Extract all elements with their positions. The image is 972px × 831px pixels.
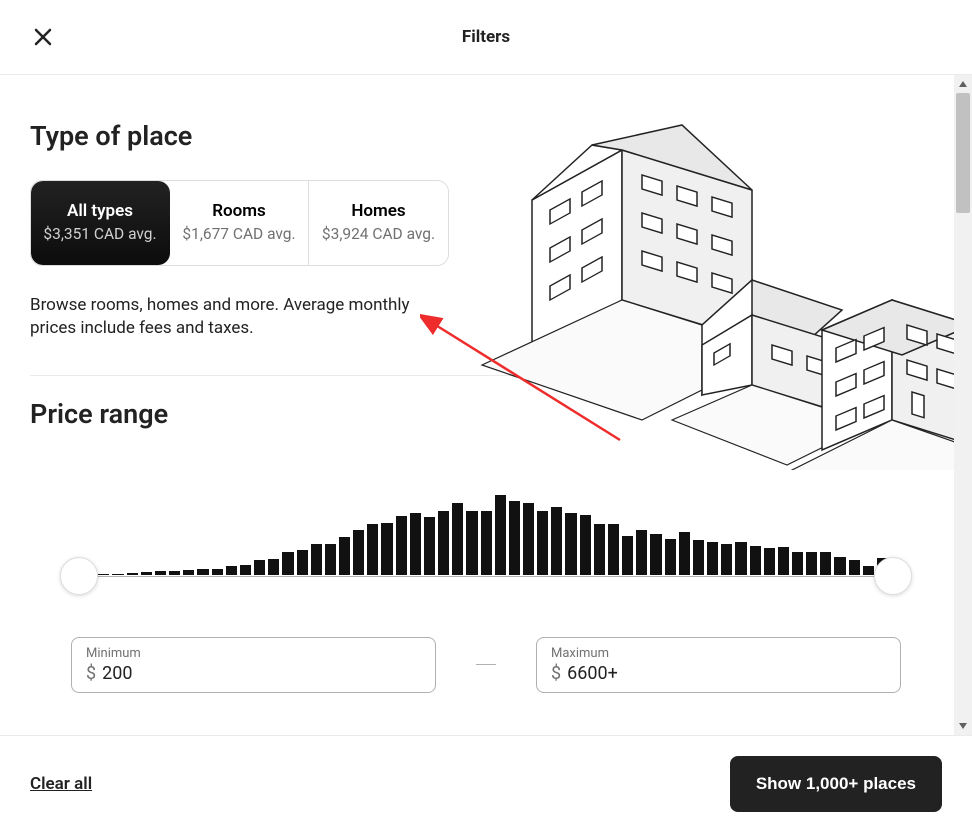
histogram-bar bbox=[466, 511, 477, 575]
histogram-bar bbox=[792, 552, 803, 575]
histogram-bar bbox=[665, 539, 676, 575]
histogram-bar bbox=[183, 570, 194, 575]
price-slider-track[interactable] bbox=[70, 576, 902, 577]
histogram-bar bbox=[396, 516, 407, 574]
histogram-bar bbox=[141, 572, 152, 575]
histogram-bar bbox=[565, 513, 576, 575]
price-slider-max-handle[interactable] bbox=[874, 557, 912, 595]
scroll-up-button[interactable] bbox=[954, 75, 972, 93]
histogram-bar bbox=[764, 548, 775, 575]
histogram-bar bbox=[820, 552, 831, 575]
histogram-bar bbox=[98, 574, 109, 575]
histogram-bar bbox=[311, 544, 322, 575]
histogram-bars bbox=[70, 495, 902, 575]
histogram-bar bbox=[707, 542, 718, 575]
price-max-value: $6600+ bbox=[551, 663, 886, 684]
close-button[interactable] bbox=[28, 22, 58, 52]
histogram-bar bbox=[693, 540, 704, 575]
price-max-label: Maximum bbox=[551, 646, 886, 661]
histogram-bar bbox=[212, 569, 223, 575]
histogram-bar bbox=[849, 560, 860, 574]
price-max-input[interactable]: Maximum $6600+ bbox=[536, 637, 901, 693]
type-option-homes[interactable]: Homes $3,924 CAD avg. bbox=[309, 181, 448, 265]
type-all-types-avg: $3,351 CAD avg. bbox=[41, 224, 159, 245]
histogram-bar bbox=[381, 523, 392, 575]
clear-all-button[interactable]: Clear all bbox=[30, 774, 92, 794]
histogram-bar bbox=[750, 546, 761, 575]
modal-title: Filters bbox=[462, 27, 510, 47]
histogram-bar bbox=[226, 566, 237, 575]
price-slider-min-handle[interactable] bbox=[60, 557, 98, 595]
histogram-bar bbox=[268, 559, 279, 574]
histogram-bar bbox=[650, 534, 661, 575]
histogram-bar bbox=[523, 503, 534, 575]
histogram-bar bbox=[580, 515, 591, 574]
histogram-bar bbox=[339, 537, 350, 575]
chevron-down-icon bbox=[958, 721, 968, 731]
histogram-bar bbox=[636, 530, 647, 575]
histogram-bar bbox=[282, 552, 293, 575]
buildings-illustration bbox=[472, 120, 972, 470]
histogram-bar bbox=[297, 550, 308, 575]
type-of-place-selector: All types $3,351 CAD avg. Rooms $1,677 C… bbox=[30, 180, 449, 266]
price-min-number: 200 bbox=[102, 663, 132, 684]
modal-content: Type of place All types $3,351 CAD avg. … bbox=[0, 75, 972, 735]
type-homes-label: Homes bbox=[319, 201, 438, 221]
histogram-bar bbox=[367, 524, 378, 575]
vertical-scrollbar[interactable] bbox=[954, 75, 972, 735]
close-icon bbox=[34, 28, 52, 46]
type-option-rooms[interactable]: Rooms $1,677 CAD avg. bbox=[170, 181, 309, 265]
type-rooms-avg: $1,677 CAD avg. bbox=[180, 224, 298, 245]
type-rooms-label: Rooms bbox=[180, 201, 298, 221]
currency-symbol: $ bbox=[551, 663, 561, 684]
histogram-bar bbox=[240, 565, 251, 575]
price-separator bbox=[476, 664, 496, 665]
modal-header: Filters bbox=[0, 0, 972, 75]
histogram-bar bbox=[197, 569, 208, 575]
histogram-bar bbox=[622, 536, 633, 575]
histogram-bar bbox=[254, 560, 265, 574]
histogram-bar bbox=[495, 495, 506, 575]
histogram-bar bbox=[112, 574, 123, 575]
histogram-bar bbox=[410, 513, 421, 575]
histogram-bar bbox=[721, 544, 732, 575]
histogram-bar bbox=[537, 511, 548, 575]
type-option-all-types[interactable]: All types $3,351 CAD avg. bbox=[31, 181, 170, 265]
type-of-place-description: Browse rooms, homes and more. Average mo… bbox=[30, 294, 450, 340]
histogram-bar bbox=[452, 503, 463, 575]
histogram-bar bbox=[679, 532, 690, 575]
histogram-bar bbox=[551, 507, 562, 575]
price-min-label: Minimum bbox=[86, 646, 421, 661]
histogram-bar bbox=[806, 552, 817, 575]
histogram-bar bbox=[608, 524, 619, 575]
scroll-down-button[interactable] bbox=[954, 717, 972, 735]
price-max-number: 6600+ bbox=[567, 663, 618, 684]
price-histogram bbox=[30, 475, 942, 575]
currency-symbol: $ bbox=[86, 663, 96, 684]
histogram-bar bbox=[481, 511, 492, 575]
histogram-bar bbox=[155, 571, 166, 575]
show-places-button[interactable]: Show 1,000+ places bbox=[730, 756, 942, 812]
price-min-input[interactable]: Minimum $200 bbox=[71, 637, 436, 693]
type-homes-avg: $3,924 CAD avg. bbox=[319, 224, 438, 245]
type-all-types-label: All types bbox=[41, 201, 159, 221]
histogram-bar bbox=[325, 544, 336, 575]
histogram-bar bbox=[863, 566, 874, 575]
histogram-bar bbox=[594, 524, 605, 575]
histogram-bar bbox=[834, 557, 845, 574]
histogram-bar bbox=[353, 530, 364, 575]
histogram-bar bbox=[169, 571, 180, 575]
histogram-bar bbox=[509, 501, 520, 575]
histogram-bar bbox=[438, 511, 449, 575]
histogram-bar bbox=[127, 573, 138, 575]
histogram-bar bbox=[778, 547, 789, 575]
modal-footer: Clear all Show 1,000+ places bbox=[0, 735, 972, 831]
scroll-thumb[interactable] bbox=[956, 93, 970, 213]
histogram-bar bbox=[424, 517, 435, 574]
price-min-value: $200 bbox=[86, 663, 421, 684]
chevron-up-icon bbox=[958, 79, 968, 89]
histogram-bar bbox=[735, 542, 746, 575]
